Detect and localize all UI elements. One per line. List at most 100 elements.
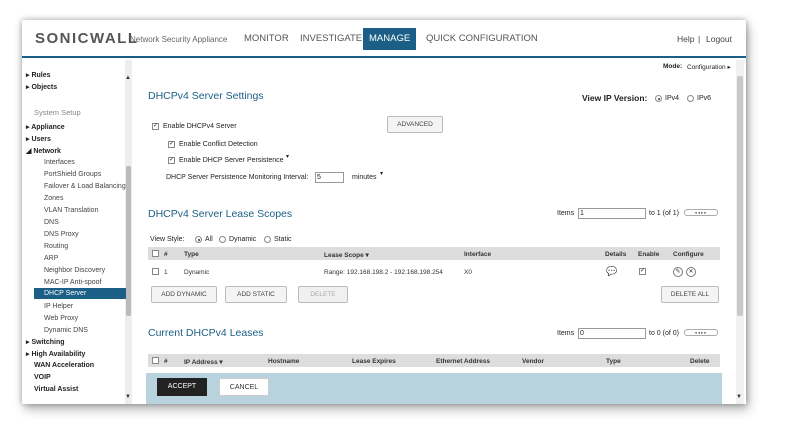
scopes-col-num: # [164, 251, 168, 258]
sidebar-item-virtual-assist[interactable]: Virtual Assist [34, 386, 78, 393]
leases-pager-icon[interactable]: ◂◂▸▸ [684, 329, 718, 336]
ipv4-radio[interactable] [655, 95, 662, 102]
delete-icon[interactable]: ✕ [686, 267, 696, 277]
sidebar-item-neighbor-discovery[interactable]: Neighbor Discovery [44, 267, 105, 274]
sidebar-item-dns[interactable]: DNS [44, 219, 59, 226]
leases-col-type[interactable]: Type [606, 358, 621, 365]
sidebar-item-label: Network [33, 148, 61, 155]
leases-range-text: to 0 (of 0) [649, 330, 679, 337]
sidebar-item-routing[interactable]: Routing [44, 243, 68, 250]
header-separator: | [698, 34, 701, 44]
advanced-button[interactable]: ADVANCED [387, 116, 443, 133]
row-enable-checkbox[interactable]: ✓ [639, 268, 646, 275]
add-static-button[interactable]: ADD STATIC [225, 286, 287, 303]
sidebar-item-users[interactable]: ▸ Users [26, 135, 51, 143]
main-scroll-thumb[interactable] [737, 76, 743, 316]
add-dynamic-button[interactable]: ADD DYNAMIC [151, 286, 217, 303]
sidebar-item-appliance[interactable]: ▸ Appliance [26, 123, 65, 131]
sidebar-scroll-down-icon[interactable]: ▼ [125, 394, 131, 400]
sidebar-item-wan-acceleration[interactable]: WAN Acceleration [34, 362, 94, 369]
leases-col-expires[interactable]: Lease Expires [352, 358, 396, 365]
persistence-note-icon: ▾ [286, 154, 290, 160]
sidebar-item-dns-proxy[interactable]: DNS Proxy [44, 231, 79, 238]
sidebar-item-ip-helper[interactable]: IP Helper [44, 303, 73, 310]
logo-subtitle: Network Security Appliance [130, 35, 228, 44]
nav-quick-configuration[interactable]: QUICK CONFIGURATION [420, 28, 544, 50]
sidebar-item-portshield-groups[interactable]: PortShield Groups [44, 171, 101, 178]
sidebar-item-label: Switching [31, 339, 65, 346]
scopes-col-interface[interactable]: Interface [464, 251, 491, 258]
sidebar-item-dynamic-dns[interactable]: Dynamic DNS [44, 327, 88, 334]
sidebar-item-voip[interactable]: VOIP [34, 374, 51, 381]
mode-value[interactable]: Configuration ▸ [687, 63, 731, 71]
sidebar-item-web-proxy[interactable]: Web Proxy [44, 315, 78, 322]
scopes-items-input[interactable]: 1 [578, 208, 646, 219]
leases-col-num: # [164, 358, 168, 365]
nav-manage[interactable]: MANAGE [363, 28, 417, 50]
scopes-col-type[interactable]: Type [184, 251, 199, 258]
scopes-col-enable: Enable [638, 251, 660, 258]
view-ip-version-label: View IP Version: [582, 93, 648, 103]
mode-label: Mode: [663, 63, 683, 70]
leases-items-label: Items [557, 330, 575, 337]
sidebar-item-label: High Availability [31, 351, 86, 358]
sidebar-item-objects[interactable]: ▸ Objects [26, 83, 57, 91]
scopes-items-label: Items [557, 210, 575, 217]
delete-button[interactable]: DELETE [298, 286, 348, 303]
sidebar-item-network[interactable]: ◢ Network [26, 147, 61, 155]
sidebar-item-high-availability[interactable]: ▸ High Availability [26, 350, 85, 358]
help-link[interactable]: Help [677, 34, 694, 44]
sidebar-item-zones[interactable]: Zones [44, 195, 63, 202]
leases-col-ip[interactable]: IP Address ▾ [184, 358, 223, 366]
accept-button[interactable]: ACCEPT [157, 378, 207, 396]
sidebar-scroll-thumb[interactable] [126, 166, 131, 316]
leases-col-mac[interactable]: Ethernet Address [436, 358, 490, 365]
row-num: 1 [164, 269, 168, 276]
scopes-range-text: to 1 (of 1) [649, 210, 679, 217]
enable-dhcp-checkbox[interactable]: ✓ [152, 123, 159, 130]
sidebar-scroll-up-icon[interactable]: ▲ [125, 75, 131, 81]
conflict-detection-checkbox[interactable]: ✓ [168, 141, 175, 148]
view-static-label: Static [274, 236, 292, 243]
sidebar-item-interfaces[interactable]: Interfaces [44, 159, 75, 166]
row-type: Dynamic [184, 269, 210, 276]
sidebar-item-failover[interactable]: Failover & Load Balancing [44, 183, 126, 190]
persistence-checkbox[interactable]: ✓ [168, 157, 175, 164]
leases-col-delete: Delete [690, 358, 710, 365]
scopes-pager-icon[interactable]: ◂◂▸▸ [684, 209, 718, 216]
edit-icon[interactable]: ✎ [673, 267, 683, 277]
sidebar-item-switching[interactable]: ▸ Switching [26, 338, 65, 346]
logout-link[interactable]: Logout [706, 34, 732, 44]
settings-title: DHCPv4 Server Settings [148, 90, 264, 102]
view-dynamic-radio[interactable] [219, 236, 226, 243]
ipv4-label: IPv4 [665, 95, 680, 102]
nav-investigate[interactable]: INVESTIGATE [294, 28, 368, 50]
scopes-title: DHCPv4 Server Lease Scopes [148, 208, 293, 220]
ipv6-radio[interactable] [687, 95, 694, 102]
leases-title: Current DHCPv4 Leases [148, 327, 264, 339]
details-comment-icon[interactable]: 💬 [606, 266, 617, 277]
view-static-radio[interactable] [264, 236, 271, 243]
sidebar-item-arp[interactable]: ARP [44, 255, 58, 262]
enable-dhcp-label: Enable DHCPv4 Server [163, 123, 237, 130]
row-select-checkbox[interactable] [152, 268, 159, 275]
sidebar-item-rules[interactable]: ▸ Rules [26, 71, 51, 79]
sidebar-item-mac-ip-anti-spoof[interactable]: MAC-IP Anti-spoof [44, 279, 101, 286]
leases-select-all-checkbox[interactable] [152, 357, 159, 364]
scopes-col-scope[interactable]: Lease Scope ▾ [324, 251, 369, 259]
sidebar-item-dhcp-server[interactable]: DHCP Server [44, 290, 86, 297]
view-all-radio[interactable] [195, 236, 202, 243]
scopes-select-all-checkbox[interactable] [152, 250, 159, 257]
delete-all-button[interactable]: DELETE ALL [661, 286, 719, 303]
cancel-button[interactable]: CANCEL [219, 378, 269, 396]
persistence-label: Enable DHCP Server Persistence [179, 157, 284, 164]
interval-input[interactable]: 5 [315, 172, 344, 183]
leases-col-vendor[interactable]: Vendor [522, 358, 544, 365]
leases-table-header [148, 354, 720, 367]
nav-monitor[interactable]: MONITOR [238, 28, 295, 50]
leases-items-input[interactable]: 0 [578, 328, 646, 339]
sidebar-item-vlan-translation[interactable]: VLAN Translation [44, 207, 98, 214]
main-scroll-down-icon[interactable]: ▼ [736, 394, 742, 400]
leases-col-hostname[interactable]: Hostname [268, 358, 299, 365]
minutes-label: minutes [352, 174, 377, 181]
